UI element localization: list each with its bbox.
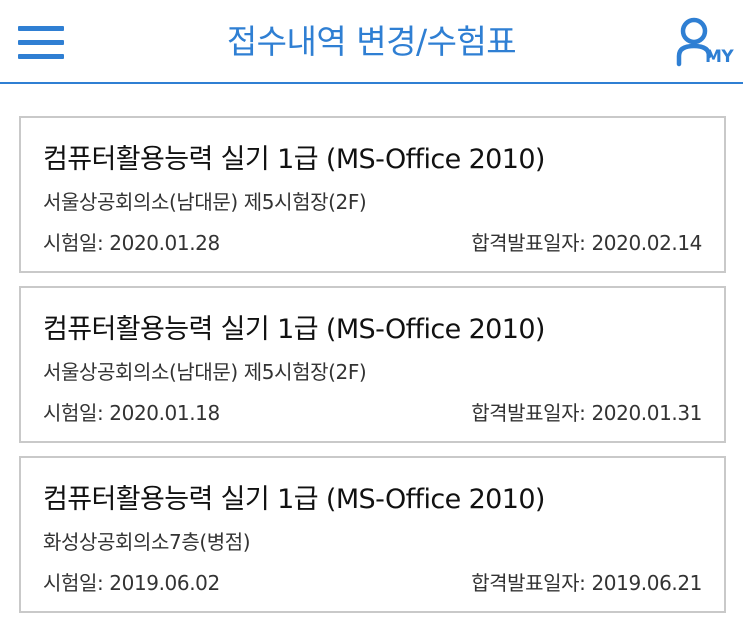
- registration-card[interactable]: 컴퓨터활용능력 실기 1급 (MS-Office 2010) 화성상공회의소7층…: [19, 456, 726, 613]
- exam-title: 컴퓨터활용능력 실기 1급 (MS-Office 2010): [43, 144, 545, 175]
- exam-location: 화성상공회의소7층(병점): [43, 530, 251, 554]
- app-header: 접수내역 변경/수험표 MY: [0, 0, 743, 84]
- exam-title: 컴퓨터활용능력 실기 1급 (MS-Office 2010): [43, 314, 545, 345]
- result-announcement-date: 합격발표일자: 2019.06.21: [471, 571, 702, 595]
- my-label: MY: [705, 47, 734, 67]
- registration-card[interactable]: 컴퓨터활용능력 실기 1급 (MS-Office 2010) 서울상공회의소(남…: [19, 286, 726, 443]
- my-page-button[interactable]: MY: [673, 14, 735, 70]
- exam-title: 컴퓨터활용능력 실기 1급 (MS-Office 2010): [43, 484, 545, 515]
- registration-card[interactable]: 컴퓨터활용능력 실기 1급 (MS-Office 2010) 서울상공회의소(남…: [19, 116, 726, 273]
- exam-location: 서울상공회의소(남대문) 제5시험장(2F): [43, 360, 367, 384]
- exam-date: 시험일: 2020.01.28: [43, 231, 220, 255]
- page-title: 접수내역 변경/수험표: [226, 22, 517, 61]
- exam-date: 시험일: 2020.01.18: [43, 401, 220, 425]
- exam-location: 서울상공회의소(남대문) 제5시험장(2F): [43, 190, 367, 214]
- exam-date: 시험일: 2019.06.02: [43, 571, 220, 595]
- registration-list: 컴퓨터활용능력 실기 1급 (MS-Office 2010) 서울상공회의소(남…: [19, 116, 726, 626]
- result-announcement-date: 합격발표일자: 2020.02.14: [471, 231, 702, 255]
- result-announcement-date: 합격발표일자: 2020.01.31: [471, 401, 702, 425]
